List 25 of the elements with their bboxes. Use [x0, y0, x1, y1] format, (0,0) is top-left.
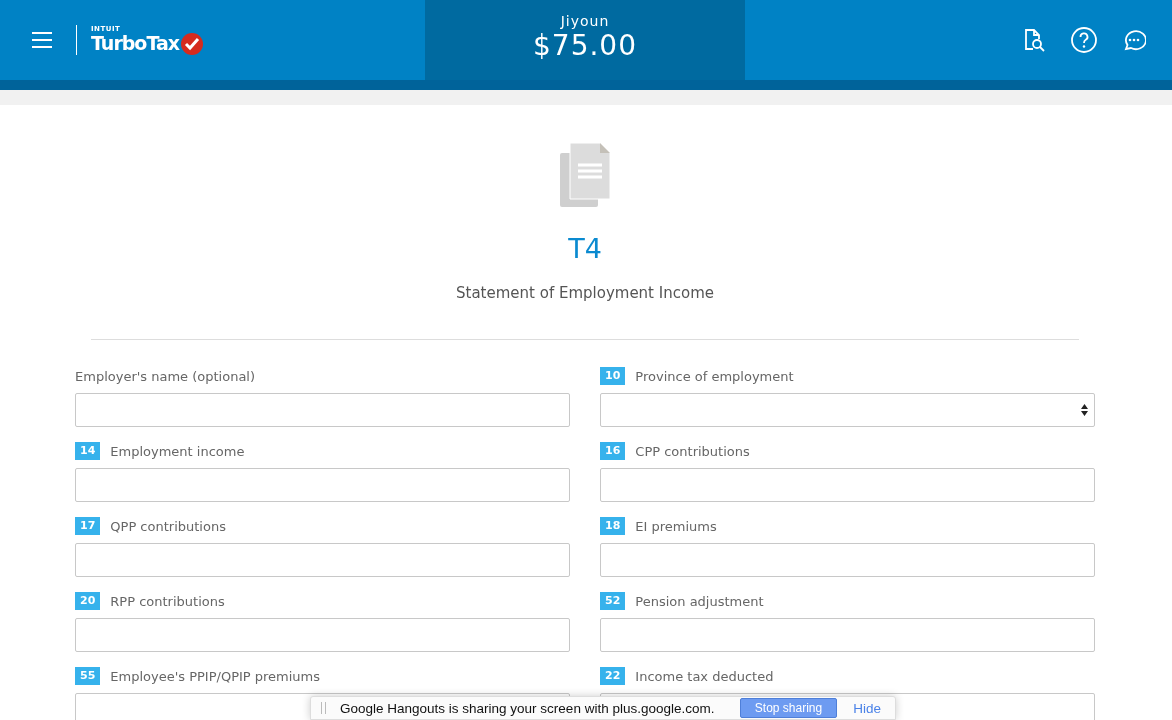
- box-number: 16: [600, 442, 626, 460]
- sharing-message: Google Hangouts is sharing your screen with plus.google.com.: [340, 700, 716, 716]
- refund-amount: $75.00: [533, 28, 637, 62]
- field-label: CPP contributions: [635, 443, 750, 459]
- field-label: RPP contributions: [110, 593, 225, 609]
- field-label: Employer's name (optional): [75, 368, 256, 384]
- field-label: EI premiums: [635, 518, 717, 534]
- box-number: 52: [600, 592, 626, 610]
- box-number: 14: [75, 442, 101, 460]
- field-label: QPP contributions: [110, 518, 226, 534]
- field-label: Employee's PPIP/QPIP premiums: [110, 668, 321, 684]
- box-number: 17: [75, 517, 101, 535]
- box-number: 22: [600, 667, 626, 685]
- field-label: Income tax deducted: [635, 668, 774, 684]
- field-label: Employment income: [110, 443, 245, 459]
- form-title: T4: [568, 233, 602, 264]
- field-label: Pension adjustment: [635, 593, 764, 609]
- box-number: 10: [600, 367, 626, 385]
- box-number: 18: [600, 517, 626, 535]
- field-label: Province of employment: [635, 368, 794, 384]
- logo-text: TurboTax: [91, 34, 179, 53]
- form-subtitle: Statement of Employment Income: [456, 284, 714, 302]
- user-name: Jiyoun: [560, 12, 610, 29]
- box-number: 20: [75, 592, 101, 610]
- box-number: 55: [75, 667, 101, 685]
